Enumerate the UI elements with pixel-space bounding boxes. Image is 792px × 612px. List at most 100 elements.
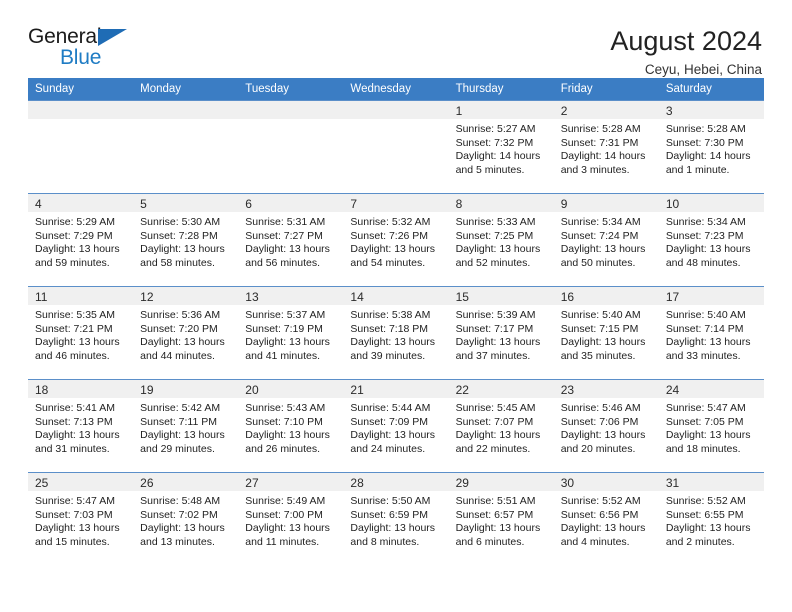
calendar-day-cell[interactable]: 20 Sunrise: 5:43 AM Sunset: 7:10 PM Dayligh… [238, 379, 344, 473]
day-number-band: 24 [658, 380, 764, 398]
day-number: 14 [350, 290, 364, 304]
sunset-text: Sunset: 7:28 PM [140, 229, 218, 242]
day-number-band: 11 [28, 287, 134, 305]
day-details: Sunrise: 5:52 AM Sunset: 6:56 PM Daylight:… [554, 491, 659, 549]
day-number: 2 [560, 104, 568, 118]
day-number-band [133, 101, 239, 119]
sunrise-text: Sunrise: 5:39 AM [455, 309, 536, 321]
calendar-day-cell[interactable]: 11 Sunrise: 5:35 AM Sunset: 7:21 PM Dayligh… [28, 286, 134, 380]
sunrise-text: Sunrise: 5:27 AM [455, 123, 536, 135]
calendar-day-cell[interactable]: 9 Sunrise: 5:34 AM Sunset: 7:24 PM Daylight… [553, 193, 659, 287]
day-number-band: 12 [133, 287, 239, 305]
calendar-day-cell[interactable]: 7 Sunrise: 5:32 AM Sunset: 7:26 PM Daylight… [343, 193, 449, 287]
calendar-day-cell[interactable]: 18 Sunrise: 5:41 AM Sunset: 7:13 PM Dayligh… [28, 379, 134, 473]
day-number: 8 [455, 197, 463, 211]
sunset-text: Sunset: 7:26 PM [350, 229, 429, 242]
day-number-band: 15 [448, 287, 554, 305]
calendar-day-cell[interactable]: 5 Sunrise: 5:30 AM Sunset: 7:28 PM Daylight… [133, 193, 239, 287]
calendar-day-cell[interactable]: 1 Sunrise: 5:27 AM Sunset: 7:32 PM Daylight… [448, 100, 554, 194]
day-details: Sunrise: 5:47 AM Sunset: 7:05 PM Daylight:… [659, 398, 764, 456]
sunrise-text: Sunrise: 5:34 AM [560, 216, 641, 228]
sunset-text: Sunset: 7:11 PM [140, 415, 217, 428]
sunset-text: Sunset: 7:19 PM [245, 322, 323, 335]
calendar-day-cell[interactable]: 26 Sunrise: 5:48 AM Sunset: 7:02 PM Dayligh… [133, 472, 239, 565]
calendar-page: General Blue August 2024 Ceyu, Hebei, Ch… [0, 0, 792, 612]
day-number-band [28, 101, 134, 119]
day-number: 11 [35, 290, 48, 304]
calendar-cell-empty [238, 100, 344, 194]
calendar-day-cell[interactable]: 2 Sunrise: 5:28 AM Sunset: 7:31 PM Daylight… [553, 100, 659, 194]
day-number: 16 [560, 290, 575, 304]
daylight-text: Daylight: 13 hours and 41 minutes. [245, 336, 330, 362]
day-details: Sunrise: 5:50 AM Sunset: 6:59 PM Daylight:… [343, 491, 448, 549]
calendar-day-cell[interactable]: 6 Sunrise: 5:31 AM Sunset: 7:27 PM Daylight… [238, 193, 344, 287]
sunrise-text: Sunrise: 5:28 AM [665, 123, 746, 135]
day-details: Sunrise: 5:52 AM Sunset: 6:55 PM Daylight:… [659, 491, 764, 549]
calendar-day-cell[interactable]: 24 Sunrise: 5:47 AM Sunset: 7:05 PM Dayligh… [658, 379, 764, 473]
day-number-band: 4 [28, 194, 134, 212]
calendar-day-cell[interactable]: 4 Sunrise: 5:29 AM Sunset: 7:29 PM Daylight… [28, 193, 134, 287]
calendar-day-cell[interactable]: 31 Sunrise: 5:52 AM Sunset: 6:55 PM Dayligh… [658, 472, 764, 565]
logo-text-general: General [28, 25, 102, 48]
daylight-text: Daylight: 13 hours and 29 minutes. [140, 429, 225, 455]
sunrise-text: Sunrise: 5:37 AM [245, 309, 326, 321]
calendar-day-cell[interactable]: 14 Sunrise: 5:38 AM Sunset: 7:18 PM Dayligh… [343, 286, 449, 380]
calendar-day-cell[interactable]: 27 Sunrise: 5:49 AM Sunset: 7:00 PM Dayligh… [238, 472, 344, 565]
daylight-text: Daylight: 13 hours and 2 minutes. [665, 522, 751, 548]
calendar-day-cell[interactable]: 3 Sunrise: 5:28 AM Sunset: 7:30 PM Daylight… [658, 100, 764, 194]
sunset-text: Sunset: 7:00 PM [245, 508, 323, 521]
sunset-text: Sunset: 7:21 PM [35, 322, 113, 335]
calendar-day-cell[interactable]: 22 Sunrise: 5:45 AM Sunset: 7:07 PM Dayligh… [448, 379, 554, 473]
sunrise-text: Sunrise: 5:48 AM [140, 495, 221, 507]
calendar-day-cell[interactable]: 16 Sunrise: 5:40 AM Sunset: 7:15 PM Dayligh… [553, 286, 659, 380]
calendar-day-cell[interactable]: 30 Sunrise: 5:52 AM Sunset: 6:56 PM Dayligh… [553, 472, 659, 565]
day-number-band: 29 [448, 473, 554, 491]
day-number: 9 [560, 197, 568, 211]
calendar-day-cell[interactable]: 23 Sunrise: 5:46 AM Sunset: 7:06 PM Dayligh… [553, 379, 659, 473]
calendar-cell-empty [28, 100, 134, 194]
calendar-day-cell[interactable]: 28 Sunrise: 5:50 AM Sunset: 6:59 PM Dayligh… [343, 472, 449, 565]
calendar-day-cell[interactable]: 8 Sunrise: 5:33 AM Sunset: 7:25 PM Daylight… [448, 193, 554, 287]
day-number-band: 5 [133, 194, 239, 212]
day-details: Sunrise: 5:29 AM Sunset: 7:29 PM Daylight:… [28, 212, 133, 270]
daylight-text: Daylight: 13 hours and 48 minutes. [665, 243, 751, 269]
calendar-day-cell[interactable]: 10 Sunrise: 5:34 AM Sunset: 7:23 PM Dayligh… [658, 193, 764, 287]
daylight-text: Daylight: 13 hours and 24 minutes. [350, 429, 436, 455]
day-number-band: 22 [448, 380, 554, 398]
weekday-header-tuesday: Tuesday [238, 78, 344, 101]
calendar-day-cell[interactable]: 19 Sunrise: 5:42 AM Sunset: 7:11 PM Dayligh… [133, 379, 239, 473]
calendar-day-cell[interactable]: 13 Sunrise: 5:37 AM Sunset: 7:19 PM Dayligh… [238, 286, 344, 380]
daylight-text: Daylight: 13 hours and 59 minutes. [35, 243, 120, 269]
day-number-band: 3 [658, 101, 764, 119]
sunrise-text: Sunrise: 5:51 AM [455, 495, 536, 507]
sunrise-text: Sunrise: 5:50 AM [350, 495, 431, 507]
calendar-day-cell[interactable]: 15 Sunrise: 5:39 AM Sunset: 7:17 PM Dayligh… [448, 286, 554, 380]
sunrise-text: Sunrise: 5:29 AM [35, 216, 115, 228]
sunrise-text: Sunrise: 5:31 AM [245, 216, 326, 228]
day-number: 20 [245, 383, 259, 397]
calendar-cell-empty [343, 100, 449, 194]
page-subtitle: Ceyu, Hebei, China [644, 62, 762, 78]
calendar-day-cell[interactable]: 21 Sunrise: 5:44 AM Sunset: 7:09 PM Dayligh… [343, 379, 449, 473]
calendar-day-cell[interactable]: 17 Sunrise: 5:40 AM Sunset: 7:14 PM Dayligh… [658, 286, 764, 380]
daylight-text: Daylight: 13 hours and 39 minutes. [350, 336, 436, 362]
sunset-text: Sunset: 6:56 PM [560, 508, 639, 521]
daylight-text: Daylight: 13 hours and 11 minutes. [245, 522, 330, 548]
day-number-band: 26 [133, 473, 239, 491]
calendar-day-cell[interactable]: 25 Sunrise: 5:47 AM Sunset: 7:03 PM Dayligh… [28, 472, 134, 565]
day-number-band: 17 [658, 287, 764, 305]
day-number-band: 16 [553, 287, 659, 305]
sunrise-text: Sunrise: 5:45 AM [455, 402, 536, 414]
day-number: 25 [35, 476, 49, 490]
sunset-text: Sunset: 7:15 PM [560, 322, 639, 335]
calendar-day-cell[interactable]: 29 Sunrise: 5:51 AM Sunset: 6:57 PM Dayligh… [448, 472, 554, 565]
sunset-text: Sunset: 7:29 PM [35, 229, 113, 242]
daylight-text: Daylight: 14 hours and 1 minute. [665, 150, 751, 176]
calendar-day-cell[interactable]: 12 Sunrise: 5:36 AM Sunset: 7:20 PM Dayligh… [133, 286, 239, 380]
day-number-band: 19 [133, 380, 239, 398]
day-details: Sunrise: 5:30 AM Sunset: 7:28 PM Daylight:… [133, 212, 238, 270]
day-number-band: 1 [448, 101, 554, 119]
general-blue-logo[interactable]: General Blue [28, 26, 140, 72]
day-details: Sunrise: 5:45 AM Sunset: 7:07 PM Daylight:… [449, 398, 554, 456]
calendar-week-row: 4 Sunrise: 5:29 AM Sunset: 7:29 PM Daylight… [28, 193, 764, 287]
